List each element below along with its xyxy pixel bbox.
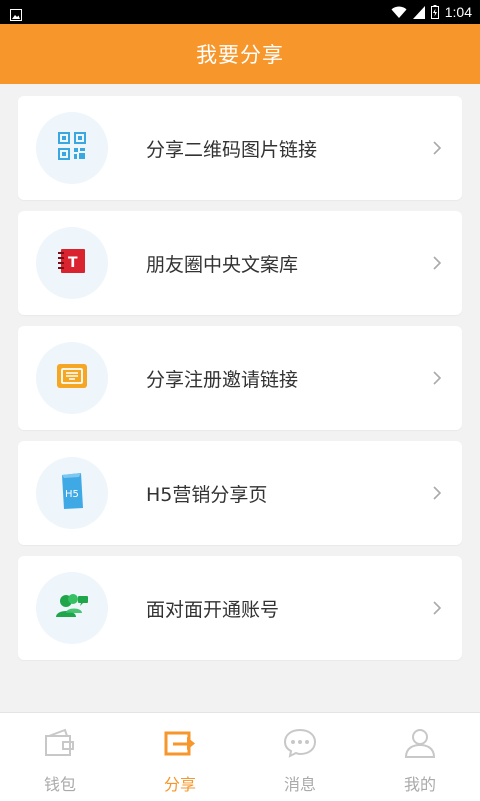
status-time: 1:04 [444,4,472,20]
image-notification-icon [10,6,22,21]
wifi-icon [391,5,407,19]
chevron-right-icon [433,141,442,155]
icon-circle: H5 [36,457,108,529]
profile-icon [400,723,440,763]
status-bar: 1:04 [0,0,480,24]
signal-icon [412,5,425,19]
wallet-icon [40,723,80,763]
tab-share[interactable]: 分享 [120,713,240,801]
menu-item-label: 朋友圈中央文案库 [146,253,299,276]
icon-circle [36,342,108,414]
svg-text:H5: H5 [65,489,79,500]
menu-item-label: 分享注册邀请链接 [146,368,299,391]
page-title: 我要分享 [196,43,284,67]
tab-label: 消息 [283,775,316,794]
chevron-right-icon [433,371,442,385]
icon-circle [36,112,108,184]
menu-item-qrcode-link[interactable]: 分享二维码图片链接 [18,96,462,200]
menu-item-label: 分享二维码图片链接 [146,138,318,161]
users-icon [54,591,90,625]
h5-page-icon: H5 [59,472,85,514]
tab-label: 我的 [403,775,436,794]
app-header: 我要分享 [0,24,480,84]
chevron-right-icon [433,256,442,270]
qrcode-icon [58,132,86,164]
tab-label: 钱包 [43,775,76,794]
ticket-icon [56,363,88,393]
notebook-icon: T [57,247,87,279]
svg-text:T: T [68,255,78,271]
tab-profile[interactable]: 我的 [360,713,480,801]
menu-item-label: 面对面开通账号 [146,598,280,621]
battery-icon [430,5,439,19]
icon-circle: T [36,227,108,299]
tab-messages[interactable]: 消息 [240,713,360,801]
icon-circle [36,572,108,644]
menu-item-face-to-face-account[interactable]: 面对面开通账号 [18,556,462,660]
menu-item-h5-marketing-page[interactable]: H5 H5营销分享页 [18,441,462,545]
chevron-right-icon [433,601,442,615]
message-icon [280,723,320,763]
menu-item-label: H5营销分享页 [146,483,268,506]
menu-item-moments-copy-library[interactable]: T 朋友圈中央文案库 [18,211,462,315]
bottom-tab-bar: 钱包 分享 消息 我的 [0,712,480,801]
share-menu-list: 分享二维码图片链接 T 朋友圈中央文案库 分享注册邀请链接 H5 H5营销分享页… [18,96,462,671]
share-icon [160,723,200,763]
tab-label: 分享 [163,775,196,794]
chevron-right-icon [433,486,442,500]
tab-wallet[interactable]: 钱包 [0,713,120,801]
menu-item-invite-link[interactable]: 分享注册邀请链接 [18,326,462,430]
